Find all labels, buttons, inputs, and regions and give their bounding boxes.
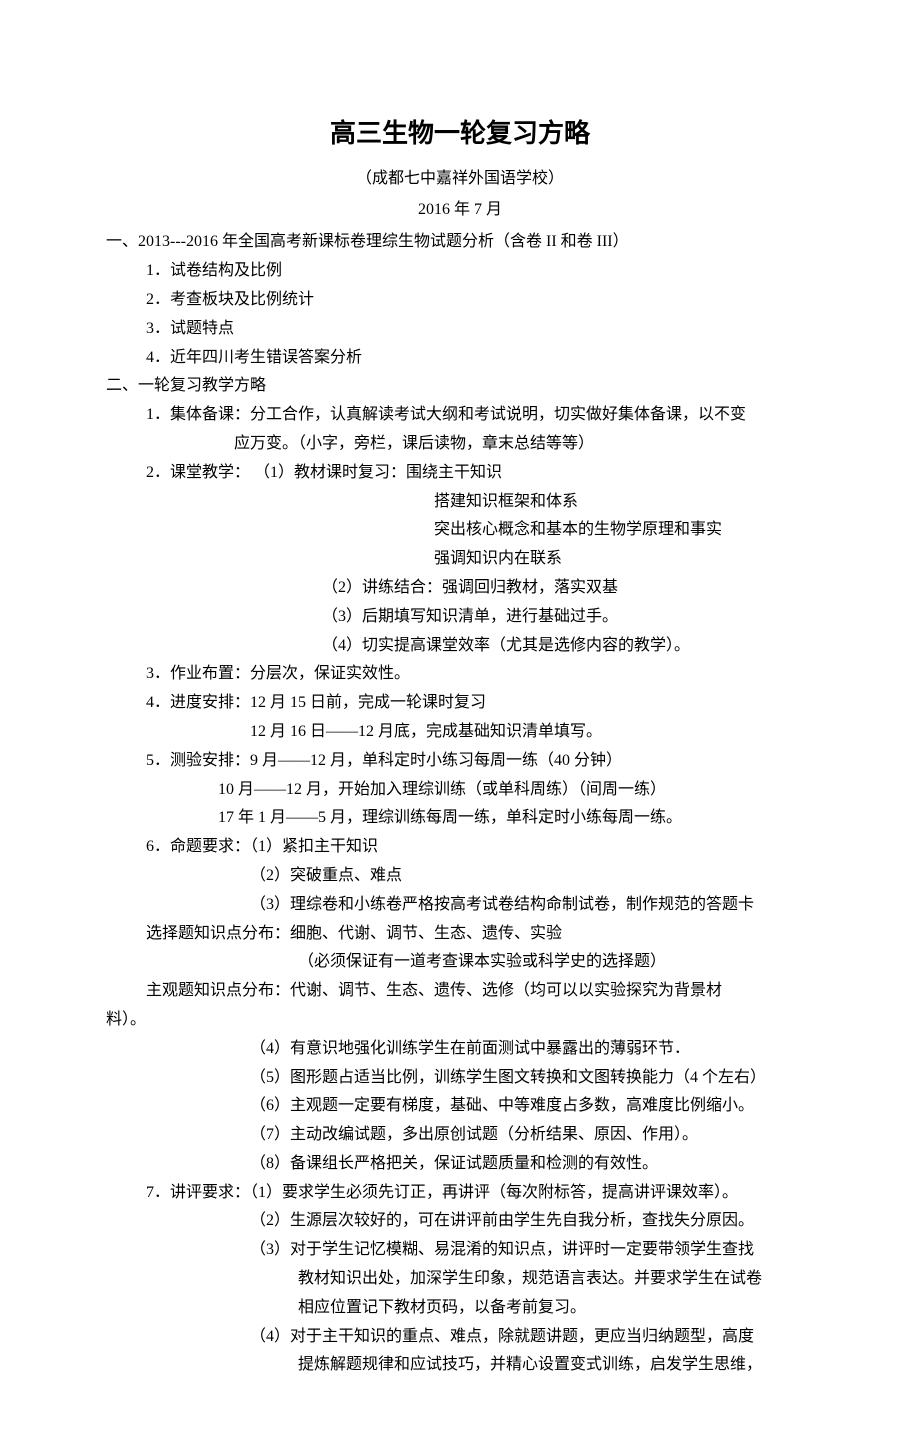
sec2-p7-line4b: 提炼解题规律和应试技巧，并精心设置变式训练，启发学生思维， [106, 1351, 814, 1380]
sec2-p6-line6b: 料）。 [106, 1006, 814, 1035]
sec2-p6-line3: （3）理综卷和小练卷严格按高考试卷结构命制试卷，制作规范的答题卡 [106, 891, 814, 920]
page-title: 高三生物一轮复习方略 [106, 110, 814, 157]
sec2-p1-line1: 1．集体备课：分工合作，认真解读考试大纲和考试说明，切实做好集体备课，以不变 [106, 401, 814, 430]
section-2-heading: 二、一轮复习教学方略 [106, 372, 814, 401]
document-page: 高三生物一轮复习方略 （成都七中嘉祥外国语学校） 2016 年 7 月 一、20… [0, 0, 920, 1440]
document-date: 2016 年 7 月 [106, 196, 814, 225]
sec2-p5-line2: 10 月——12 月，开始加入理综训练（或单科周练）（间周一练） [106, 776, 814, 805]
sec1-item-3: 3．试题特点 [106, 315, 814, 344]
sec2-p2-line4: 强调知识内在联系 [106, 545, 814, 574]
sec2-p7-line3b: 教材知识出处，加深学生印象，规范语言表达。并要求学生在试卷 [106, 1265, 814, 1294]
sec2-p6-line11: （8）备课组长严格把关，保证试题质量和检测的有效性。 [106, 1150, 814, 1179]
sec2-p7-line3c: 相应位置记下教材页码，以备考前复习。 [106, 1294, 814, 1323]
sec2-p5-line1: 5．测验安排：9 月——12 月，单科定时小练习每周一练（40 分钟） [106, 747, 814, 776]
sec2-p6-line6: 主观题知识点分布：代谢、调节、生态、遗传、选修（均可以以实验探究为背景材 [106, 977, 814, 1006]
sec2-p4-line1: 4．进度安排：12 月 15 日前，完成一轮课时复习 [106, 689, 814, 718]
sec2-p6-line7: （4）有意识地强化训练学生在前面测试中暴露出的薄弱环节． [106, 1035, 814, 1064]
sec1-item-2: 2．考查板块及比例统计 [106, 286, 814, 315]
sec2-p3: 3．作业布置：分层次，保证实效性。 [106, 660, 814, 689]
section-1-heading: 一、2013---2016 年全国高考新课标卷理综生物试题分析（含卷 II 和卷… [106, 228, 814, 257]
sec2-p2-line2: 搭建知识框架和体系 [106, 488, 814, 517]
sec1-item-1: 1．试卷结构及比例 [106, 257, 814, 286]
sec2-p2-line1: 2．课堂教学： （1）教材课时复习：围绕主干知识 [106, 459, 814, 488]
sec2-p6-line1: 6．命题要求：（1）紧扣主干知识 [106, 833, 814, 862]
sec2-p6-line9: （6）主观题一定要有梯度，基础、中等难度占多数，高难度比例缩小。 [106, 1092, 814, 1121]
sec2-p6-line5: （必须保证有一道考查课本实验或科学史的选择题） [106, 948, 814, 977]
sec2-p2-line3: 突出核心概念和基本的生物学原理和事实 [106, 516, 814, 545]
sec2-p7-line4a: （4）对于主干知识的重点、难点，除就题讲题，更应当归纳题型，高度 [106, 1323, 814, 1352]
sec2-p7-line3a: （3）对于学生记忆模糊、易混淆的知识点，讲评时一定要带领学生查找 [106, 1236, 814, 1265]
school-name: （成都七中嘉祥外国语学校） [106, 165, 814, 194]
sec2-p7-line1: 7．讲评要求：（1）要求学生必须先订正，再讲评（每次附标答，提高讲评课效率）。 [106, 1179, 814, 1208]
sec2-p2-line5: （2）讲练结合：强调回归教材，落实双基 [106, 574, 814, 603]
sec2-p4-line2: 12 月 16 日——12 月底，完成基础知识清单填写。 [106, 718, 814, 747]
sec2-p6-line4: 选择题知识点分布：细胞、代谢、调节、生态、遗传、实验 [106, 920, 814, 949]
sec2-p2-line7: （4）切实提高课堂效率（尤其是选修内容的教学）。 [106, 632, 814, 661]
sec2-p5-line3: 17 年 1 月——5 月，理综训练每周一练，单科定时小练每周一练。 [106, 804, 814, 833]
sec2-p6-line2: （2）突破重点、难点 [106, 862, 814, 891]
sec1-item-4: 4．近年四川考生错误答案分析 [106, 344, 814, 373]
sec2-p7-line2: （2）生源层次较好的，可在讲评前由学生先自我分析，查找失分原因。 [106, 1207, 814, 1236]
sec2-p1-line2: 应万变。（小字，旁栏，课后读物，章末总结等等） [106, 430, 814, 459]
sec2-p6-line8: （5）图形题占适当比例，训练学生图文转换和文图转换能力（4 个左右） [106, 1064, 814, 1093]
sec2-p2-line6: （3）后期填写知识清单，进行基础过手。 [106, 603, 814, 632]
sec2-p6-line10: （7）主动改编试题，多出原创试题（分析结果、原因、作用）。 [106, 1121, 814, 1150]
